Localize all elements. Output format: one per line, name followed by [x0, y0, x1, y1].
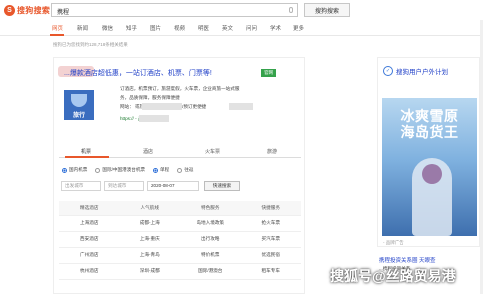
redaction-block [142, 103, 182, 110]
promo-link[interactable]: 携程投资关系圈 天眼查 [379, 256, 436, 264]
poster-headline: 冰爽雪原 海岛货王 [382, 108, 477, 140]
table-link[interactable]: 杭州酒店 [59, 263, 120, 280]
radio-checked-icon [62, 167, 67, 173]
sidebar-title: 搜狗用户户外计划 [396, 69, 448, 76]
ad-description-line: 务，品质保障，服务保障便捷 [120, 95, 180, 100]
table-link[interactable]: 优选民宿 [240, 247, 301, 264]
tab-more[interactable]: 更多 [293, 24, 304, 32]
ad-label: - 品牌广告 [383, 240, 404, 245]
table-row: 上海酒店 成都-上海 岛地入境政策 抢火车票 [59, 215, 301, 232]
option-label: 国内机票 [69, 167, 88, 172]
table-link[interactable]: 抢火车票 [240, 215, 301, 232]
tab-english[interactable]: 英文 [222, 24, 233, 32]
promo-poster[interactable]: 冰爽雪原 海岛货王 [382, 98, 477, 236]
table-link[interactable]: 租车专车 [240, 263, 301, 280]
sidebar-ad-card: ✓ 搜狗用户户外计划 冰爽雪原 海岛货王 - 品牌广告 [377, 57, 480, 247]
official-badge: 官网 [261, 69, 276, 77]
radio-icon [177, 167, 183, 173]
logo-text: 搜狗搜索 [17, 5, 51, 15]
search-tabs: 网页 新闻 微信 知乎 图片 视频 明医 英文 问问 学术 更多 [0, 20, 483, 36]
table-row: 杭州酒店 深圳-成都 国际/港澳台 租车专车 [59, 263, 301, 280]
table-link[interactable]: 西安酒店 [59, 231, 120, 248]
brand-logo[interactable]: 旅行 [64, 90, 94, 120]
poster-line: 冰爽雪原 [400, 108, 459, 124]
tab-news[interactable]: 新闻 [77, 24, 88, 32]
microphone-icon[interactable] [289, 7, 293, 13]
date-input[interactable]: 2020-08-07 [147, 181, 199, 191]
ad-title-link[interactable]: ...爆款酒店超低惠，一站订酒店、机票、门票等! [64, 68, 212, 78]
ad-description-line: 订酒店，机票预订，旅游度假，火车票，企业商旅一站式服 [120, 86, 240, 91]
option-label: 往返 [184, 167, 194, 172]
redaction-block [139, 115, 169, 122]
quick-search-button[interactable]: 快速搜索 [204, 181, 240, 191]
table-link[interactable]: 特价机票 [180, 247, 241, 264]
column-header: 特色服务 [180, 201, 241, 216]
brand-logo-icon [71, 94, 87, 107]
table-link[interactable]: 出行攻略 [180, 231, 241, 248]
column-header: 精选酒店 [59, 201, 120, 216]
watermark: 搜狐号@丝路贸易港 [330, 268, 456, 284]
table-row: 广州酒店 上海-青岛 特价机票 优选民宿 [59, 247, 301, 264]
tab-video[interactable]: 视频 [174, 24, 185, 32]
search-input[interactable]: 携程 [51, 3, 298, 17]
table-link[interactable]: 深圳-成都 [119, 263, 180, 280]
table-row: 西安酒店 上海-重庆 出行攻略 买汽车票 [59, 231, 301, 248]
table-header-row: 精选酒店 人气航线 特色服务 快捷服务 [59, 201, 301, 216]
sogou-logo[interactable]: S 搜狗搜索 [4, 3, 50, 17]
brand-logo-text: 旅行 [72, 113, 85, 119]
option-one-way[interactable]: 单程 [153, 167, 169, 173]
table-link[interactable]: 上海-青岛 [119, 247, 180, 264]
table-link[interactable]: 上海-重庆 [119, 231, 180, 248]
arrival-city-input[interactable]: 到达城市 [104, 181, 144, 191]
table-link[interactable]: 岛地入境政策 [180, 215, 241, 232]
search-button[interactable]: 搜狗搜索 [304, 3, 350, 17]
tab-medical[interactable]: 明医 [198, 24, 209, 32]
sponsored-result-card: ...爆款酒店超低惠，一站订酒店、机票、门票等! 官网 旅行 订酒店，机票预订，… [53, 57, 305, 294]
verified-badge-icon: ✓ [383, 66, 393, 76]
tab-academic[interactable]: 学术 [270, 24, 281, 32]
tab-images[interactable]: 图片 [150, 24, 161, 32]
tab-trains[interactable]: 火车票 [205, 148, 220, 155]
table-link[interactable]: 上海酒店 [59, 215, 120, 232]
column-header: 人气航线 [119, 201, 180, 216]
tab-hotels[interactable]: 酒店 [143, 148, 153, 155]
booking-tab-indicator [65, 156, 109, 158]
option-label: 国际/中国港澳台机票 [102, 167, 146, 172]
poster-face-blur [422, 164, 442, 184]
result-count: 搜狗已为您找到约128,718条相关结果 [53, 42, 128, 47]
radio-checked-icon [153, 167, 159, 173]
search-query-text: 携程 [57, 10, 70, 16]
option-international[interactable]: 国际/中国港澳台机票 [95, 167, 145, 173]
search-header: S 搜狗搜索 携程 搜狗搜索 [0, 0, 483, 20]
flight-type-options: 国内机票 国际/中国港澳台机票 单程 往返 [62, 166, 201, 174]
table-link[interactable]: 广州酒店 [59, 247, 120, 264]
tab-zhihu[interactable]: 知乎 [126, 24, 137, 32]
option-domestic[interactable]: 国内机票 [62, 167, 87, 173]
tab-wechat[interactable]: 微信 [102, 24, 113, 32]
table-link[interactable]: 国际/港澳台 [180, 263, 241, 280]
column-header: 快捷服务 [240, 201, 301, 216]
sidebar-title-row[interactable]: ✓ 搜狗用户户外计划 [383, 66, 448, 76]
tab-flights[interactable]: 机票 [81, 148, 91, 155]
table-link[interactable]: 成都-上海 [119, 215, 180, 232]
booking-tabs: 机票 酒店 火车票 旅游 [59, 146, 301, 158]
tab-travel[interactable]: 旅游 [267, 148, 277, 155]
table-link[interactable]: 买汽车票 [240, 231, 301, 248]
option-label: 单程 [160, 167, 170, 172]
tab-wenwen[interactable]: 问问 [246, 24, 257, 32]
redaction-block [229, 103, 253, 110]
departure-city-input[interactable]: 出发城市 [61, 181, 101, 191]
tab-web[interactable]: 网页 [52, 24, 63, 32]
active-tab-indicator [50, 34, 64, 36]
service-table: 精选酒店 人气航线 特色服务 快捷服务 上海酒店 成都-上海 岛地入境政策 抢火… [59, 201, 301, 280]
sogou-logo-icon: S [4, 4, 15, 16]
option-round-trip[interactable]: 往返 [177, 167, 193, 173]
radio-icon [95, 167, 101, 173]
poster-line: 海岛货王 [400, 124, 459, 140]
